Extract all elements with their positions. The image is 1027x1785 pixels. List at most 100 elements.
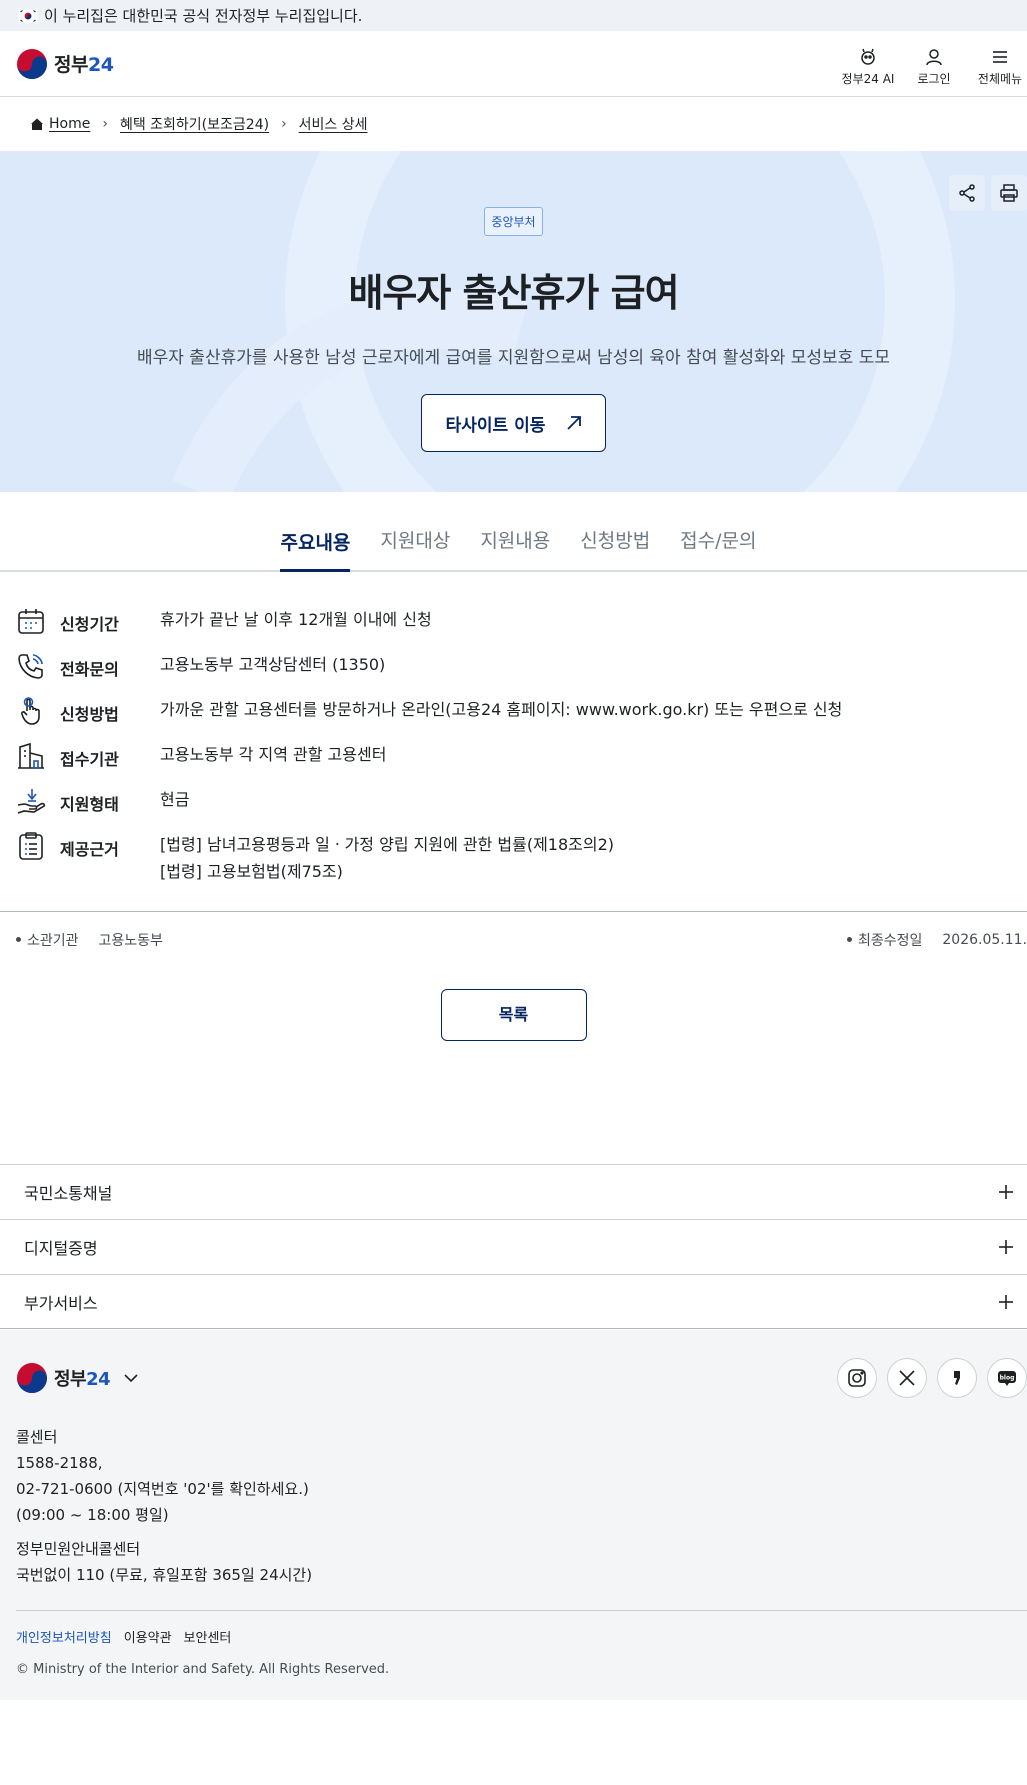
clipboard-icon — [19, 832, 43, 860]
accordion-additional-services[interactable]: 부가서비스 — [0, 1274, 1027, 1329]
info-value: [법령] 남녀고용평등과 일ㆍ가정 양립 지원에 관한 법률(제18조의2) [… — [160, 826, 614, 885]
instagram-link[interactable] — [837, 1358, 877, 1398]
info-row-legal-basis: 제공근거 [법령] 남녀고용평등과 일ㆍ가정 양립 지원에 관한 법률(제18조… — [16, 831, 1027, 885]
site-footer: 정부24 blog 콜센터 1588-2188, 02-721-0600 (지역… — [0, 1330, 1027, 1700]
phone-icon — [18, 654, 43, 679]
list-button[interactable]: 목록 — [440, 989, 587, 1041]
ai-button[interactable]: 정부24 AI — [841, 47, 895, 87]
login-label: 로그인 — [917, 72, 951, 86]
bullet-icon — [16, 937, 21, 942]
logo-text: 정부24 — [54, 54, 114, 76]
korea-flag-icon — [18, 8, 38, 23]
arrow-up-right-icon — [567, 416, 582, 430]
info-row-phone: 전화문의 고용노동부 고객상담센터 (1350) — [16, 651, 1027, 696]
info-value: 고용노동부 각 지역 관할 고용센터 — [160, 745, 387, 764]
blog-icon: blog — [998, 1371, 1016, 1386]
gov-banner: 이 누리집은 대한민국 공식 전자정부 누리집입니다. — [0, 0, 1027, 31]
home-icon — [31, 118, 43, 130]
page-title: 배우자 출산휴가 급여 — [348, 271, 679, 315]
tab-contact[interactable]: 접수/문의 — [680, 526, 756, 570]
social-links: blog — [837, 1358, 1027, 1398]
login-button[interactable]: 로그인 — [907, 47, 961, 87]
legal-basis-line: [법령] 남녀고용평등과 일ㆍ가정 양립 지원에 관한 법률(제18조의2) — [160, 835, 615, 854]
chevron-down-icon — [124, 1374, 138, 1383]
tab-main-content[interactable]: 주요내용 — [280, 528, 351, 572]
info-label: 전화문의 — [60, 660, 119, 679]
department-value: 고용노동부 — [98, 932, 163, 949]
info-row-support-type: 지원형태 현금 — [16, 786, 1027, 831]
department-label: 소관기관 — [27, 932, 79, 949]
plus-icon — [999, 1240, 1013, 1254]
kakao-story-link[interactable] — [937, 1358, 977, 1398]
legal-basis-line: [법령] 고용보험법(제75조) — [160, 862, 343, 881]
breadcrumb-service-detail[interactable]: 서비스 상세 — [299, 114, 368, 134]
privacy-policy-link[interactable]: 개인정보처리방침 — [16, 1627, 112, 1646]
call-center-line: 1588-2188, — [16, 1454, 103, 1472]
info-row-application-period: 신청기간 휴가가 끝난 날 이후 12개월 이내에 신청 — [16, 606, 1027, 651]
footer-logo-text: 정부24 — [54, 1369, 111, 1390]
terms-link[interactable]: 이용약관 — [124, 1627, 172, 1646]
tab-eligibility[interactable]: 지원대상 — [380, 526, 450, 570]
info-value: 휴가가 끝난 날 이후 12개월 이내에 신청 — [160, 610, 432, 629]
breadcrumb-benefits[interactable]: 혜택 조회하기(보조금24) — [120, 114, 269, 134]
copyright: © Ministry of the Interior and Safety. A… — [16, 1662, 390, 1677]
menu-icon — [993, 51, 1007, 63]
footer-logo[interactable]: 정부24 — [16, 1362, 140, 1394]
taegeuk-logo-icon — [17, 1363, 47, 1393]
x-icon — [899, 1370, 915, 1386]
footer-links: 개인정보처리방침 이용약관 보안센터 — [16, 1610, 1027, 1646]
hero-section: 중앙부처 배우자 출산휴가 급여 배우자 출산휴가를 사용한 남성 근로자에게 … — [0, 151, 1027, 492]
call-center-title: 콜센터 — [16, 1428, 58, 1446]
print-button[interactable] — [991, 175, 1027, 211]
service-summary: 신청기간 휴가가 끝난 날 이후 12개월 이내에 신청 전화문의 고용노동부 … — [0, 572, 1027, 911]
hand-pointer-icon — [21, 697, 40, 725]
bullet-icon — [846, 937, 852, 942]
security-center-link[interactable]: 보안센터 — [184, 1627, 232, 1646]
tab-application-method[interactable]: 신청방법 — [580, 526, 650, 570]
share-button[interactable] — [949, 175, 985, 211]
service-description: 배우자 출산휴가를 사용한 남성 근로자에게 급여를 지원함으로써 남성의 육아… — [136, 348, 890, 368]
print-icon — [1000, 184, 1018, 202]
footer-accordions: 국민소통채널 디지털증명 부가서비스 — [0, 1164, 1027, 1329]
gov-call-center-line: 국번없이 110 (무료, 휴일포함 365일 24시간) — [16, 1566, 313, 1584]
info-row-application-method: 신청방법 가까운 관할 고용센터를 방문하거나 온라인(고용24 홈페이지: w… — [16, 696, 1027, 741]
tab-support-details[interactable]: 지원내용 — [480, 526, 550, 570]
accordion-label: 국민소통채널 — [24, 1184, 113, 1203]
info-label: 접수기관 — [60, 750, 119, 769]
taegeuk-logo-icon — [17, 48, 47, 79]
external-site-button[interactable]: 타사이트 이동 — [420, 394, 607, 452]
user-icon — [926, 49, 942, 66]
full-menu-button[interactable]: 전체메뉴 — [973, 47, 1027, 87]
breadcrumb: Home › 혜택 조회하기(보조금24) › 서비스 상세 — [0, 97, 1027, 151]
full-menu-label: 전체메뉴 — [977, 72, 1023, 86]
breadcrumb-home[interactable]: Home — [49, 116, 90, 132]
accordion-label: 부가서비스 — [24, 1293, 98, 1313]
last-updated-info: 최종수정일 2026.05.11. — [846, 930, 1027, 950]
building-icon — [18, 742, 44, 769]
accordion-label: 디지털증명 — [24, 1239, 98, 1258]
external-site-label: 타사이트 이동 — [445, 415, 546, 436]
site-header: 정부24 정부24 AI 로그인 전체메뉴 — [0, 31, 1027, 97]
instagram-icon — [848, 1369, 866, 1387]
last-updated-value: 2026.05.11. — [942, 931, 1027, 948]
department-info: 소관기관 고용노동부 — [16, 930, 163, 950]
x-link[interactable] — [887, 1358, 927, 1398]
info-label: 지원형태 — [60, 795, 119, 814]
blog-link[interactable]: blog — [987, 1358, 1027, 1398]
share-icon — [959, 184, 975, 202]
info-row-receiving-agency: 접수기관 고용노동부 각 지역 관할 고용센터 — [16, 741, 1027, 786]
ai-icon — [861, 48, 875, 65]
accordion-citizen-channels[interactable]: 국민소통채널 — [0, 1164, 1027, 1219]
gov-banner-text: 이 누리집은 대한민국 공식 전자정부 누리집입니다. — [44, 7, 363, 25]
gov-call-center-title: 정부민원안내콜센터 — [16, 1540, 141, 1558]
call-center-line: 02-721-0600 (지역번호 '02'를 확인하세요.) — [16, 1480, 309, 1498]
info-label: 신청방법 — [60, 705, 119, 724]
accordion-digital-certificate[interactable]: 디지털증명 — [0, 1219, 1027, 1274]
info-label: 제공근거 — [60, 840, 119, 859]
kakao-story-icon — [954, 1371, 960, 1385]
chevron-right-icon: › — [281, 116, 287, 132]
site-logo[interactable]: 정부24 — [16, 48, 114, 80]
info-value: 가까운 관할 고용센터를 방문하거나 온라인(고용24 홈페이지: www.wo… — [160, 700, 843, 719]
chevron-right-icon: › — [102, 116, 108, 132]
footer-contact: 콜센터 1588-2188, 02-721-0600 (지역번호 '02'를 확… — [16, 1424, 1027, 1588]
